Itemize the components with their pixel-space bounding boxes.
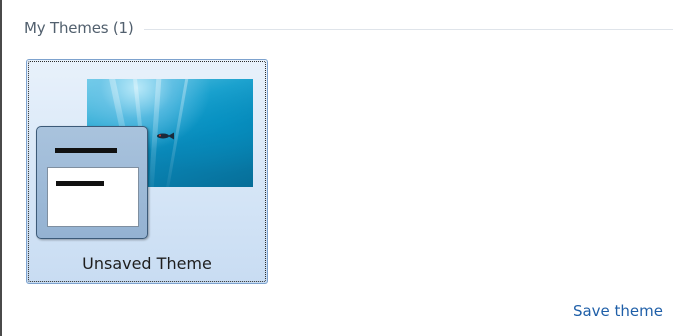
my-themes-group-header: My Themes (1) [24, 17, 673, 39]
window-titlebar-bar [55, 148, 117, 153]
personalization-themes-panel: My Themes (1) Unsaved Theme Save theme [0, 0, 673, 336]
my-themes-heading: My Themes (1) [24, 19, 134, 37]
panel-left-border [0, 0, 2, 336]
window-content-bar [56, 181, 104, 186]
window-body-preview [47, 167, 139, 227]
fish-icon [157, 132, 174, 140]
theme-tile-unsaved[interactable]: Unsaved Theme [26, 59, 268, 284]
theme-name-label: Unsaved Theme [82, 254, 212, 273]
window-color-preview-icon [36, 126, 148, 239]
save-theme-link[interactable]: Save theme [573, 302, 663, 320]
group-divider [143, 28, 673, 30]
